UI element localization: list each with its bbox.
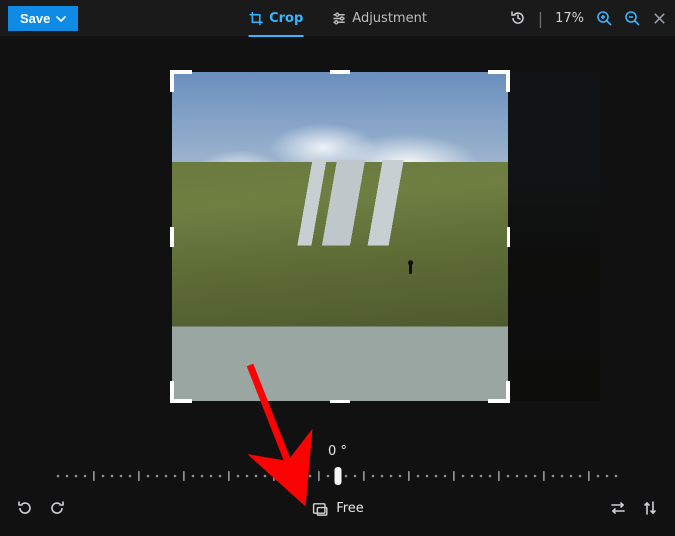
chevron-down-icon (56, 16, 66, 22)
aspect-ratio-label: Free (336, 501, 364, 516)
aspect-ratio-icon (311, 500, 328, 517)
aspect-ratio-button[interactable]: Free (311, 500, 364, 517)
zoom-level: 17% (555, 11, 584, 26)
separator: | (538, 9, 543, 28)
tab-adjustment-label: Adjustment (352, 11, 427, 26)
rotation-slider[interactable] (48, 467, 628, 485)
tab-adjustment[interactable]: Adjustment (331, 0, 427, 36)
editor-canvas[interactable] (0, 36, 675, 440)
flip-horizontal-icon[interactable] (609, 499, 627, 517)
save-button[interactable]: Save (8, 6, 78, 31)
photo-preview[interactable] (172, 72, 508, 401)
zoom-in-icon[interactable] (596, 10, 612, 26)
zoom-out-icon[interactable] (624, 10, 640, 26)
rotate-cw-icon[interactable] (48, 499, 66, 517)
adjustment-icon (331, 11, 346, 26)
save-label: Save (20, 11, 50, 26)
cropped-out-region (508, 72, 600, 401)
flip-vertical-icon[interactable] (641, 499, 659, 517)
rotate-ccw-icon[interactable] (16, 499, 34, 517)
close-icon[interactable] (652, 11, 667, 26)
tab-crop[interactable]: Crop (248, 0, 303, 36)
rotation-readout: 0 ° (328, 444, 347, 459)
history-icon[interactable] (510, 10, 526, 26)
rotation-slider-thumb[interactable] (334, 467, 341, 485)
tab-crop-label: Crop (269, 11, 303, 26)
crop-icon (248, 11, 263, 26)
